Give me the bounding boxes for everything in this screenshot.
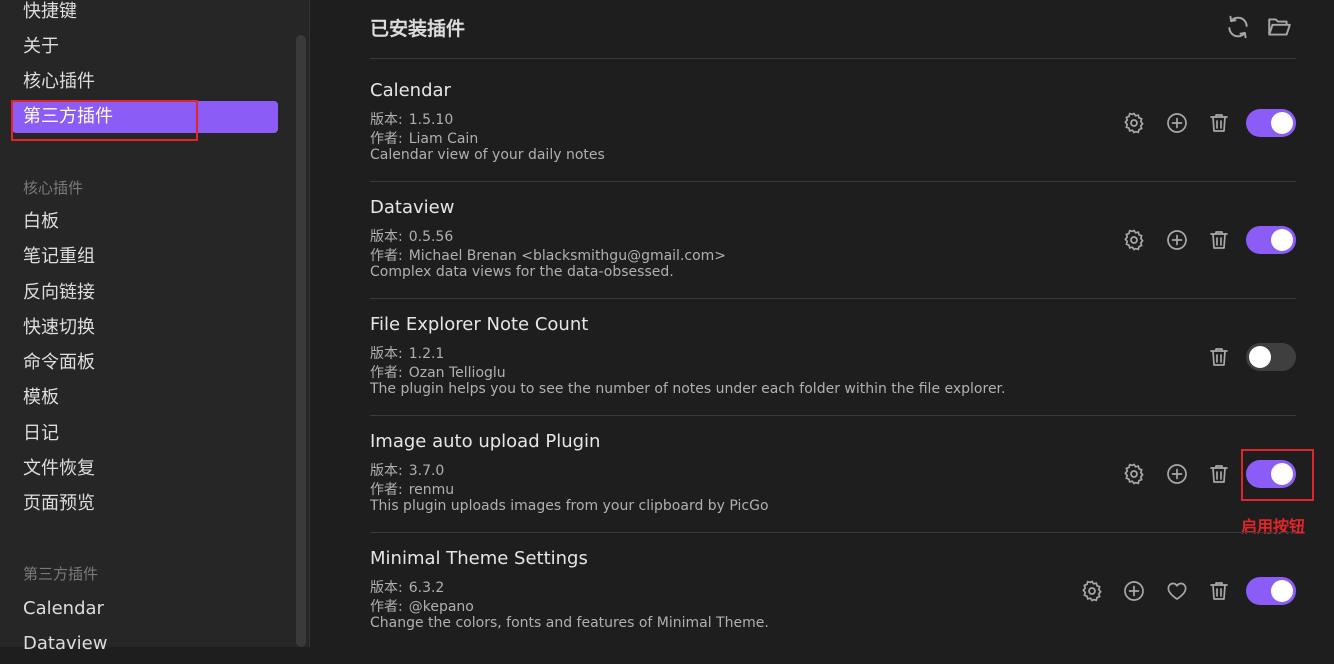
plugin-enable-toggle[interactable] (1246, 226, 1296, 254)
plugin-name: Dataview (370, 197, 455, 218)
gear-icon[interactable] (1122, 228, 1146, 252)
plugin-name: Minimal Theme Settings (370, 548, 588, 569)
plugin-author: 作者: @kepano (370, 599, 474, 615)
plugin-description: Calendar view of your daily notes (370, 147, 605, 163)
plus-circle-icon[interactable] (1165, 111, 1189, 135)
trash-icon[interactable] (1207, 228, 1231, 252)
plugin-author: 作者: Michael Brenan <blacksmithgu@gmail.co… (370, 248, 727, 264)
settings-main-panel: 已安装插件 Calendar 版本: 1.5.10 作者: Liam Cain Ca… (310, 0, 1334, 647)
plugin-author: 作者: Liam Cain (370, 131, 479, 147)
divider (370, 181, 1296, 182)
nav-item-dataview[interactable]: Dataview (12, 628, 278, 660)
plugin-description: This plugin uploads images from your cli… (370, 498, 769, 514)
heart-icon[interactable] (1165, 579, 1189, 603)
gear-icon[interactable] (1122, 462, 1146, 486)
divider (370, 532, 1296, 533)
plugin-author: 作者: renmu (370, 482, 455, 498)
plugin-name: Calendar (370, 80, 451, 101)
plugin-version: 版本: 3.7.0 (370, 463, 445, 479)
divider (370, 298, 1296, 299)
nav-item-hotkeys[interactable]: 快捷键 (12, 0, 278, 28)
nav-item-command-palette[interactable]: 命令面板 (12, 347, 278, 379)
plugin-item-calendar: Calendar 版本: 1.5.10 作者: Liam Cain Calendar… (370, 80, 1296, 196)
gear-icon[interactable] (1080, 579, 1104, 603)
plus-circle-icon[interactable] (1165, 228, 1189, 252)
nav-item-third-party-plugins[interactable]: 第三方插件 (12, 101, 278, 133)
nav-item-page-preview[interactable]: 页面预览 (12, 488, 278, 520)
nav-item-templates[interactable]: 模板 (12, 382, 278, 414)
plugin-item-image-auto-upload: Image auto upload Plugin 版本: 3.7.0 作者: ren… (370, 431, 1296, 547)
nav-item-calendar[interactable]: Calendar (12, 593, 278, 625)
plus-circle-icon[interactable] (1122, 579, 1146, 603)
plugin-version: 版本: 1.2.1 (370, 346, 445, 362)
nav-item-note-composer[interactable]: 笔记重组 (12, 241, 278, 273)
trash-icon[interactable] (1207, 111, 1231, 135)
plugin-name: Image auto upload Plugin (370, 431, 601, 452)
enable-button-annotation: 启用按钮 (1241, 517, 1306, 536)
trash-icon[interactable] (1207, 579, 1231, 603)
plugin-enable-toggle[interactable] (1246, 460, 1296, 488)
core-plugins-heading: 核心插件 (23, 179, 84, 197)
nav-item-about[interactable]: 关于 (12, 31, 278, 63)
nav-item-daily-notes[interactable]: 日记 (12, 418, 278, 450)
nav-item-quick-switcher[interactable]: 快速切换 (12, 312, 278, 344)
installed-plugins-title: 已安装插件 (370, 18, 466, 40)
plugin-name: File Explorer Note Count (370, 314, 589, 335)
plugin-enable-toggle[interactable] (1246, 577, 1296, 605)
nav-item-canvas[interactable]: 白板 (12, 206, 278, 238)
plugin-enable-toggle[interactable] (1246, 343, 1296, 371)
plus-circle-icon[interactable] (1165, 462, 1189, 486)
plugin-version: 版本: 6.3.2 (370, 580, 445, 596)
plugin-description: Change the colors, fonts and features of… (370, 615, 769, 631)
nav-item-file-recovery[interactable]: 文件恢复 (12, 453, 278, 485)
plugin-item-file-explorer-note-count: File Explorer Note Count 版本: 1.2.1 作者: Oza… (370, 314, 1296, 430)
plugin-author: 作者: Ozan Tellioglu (370, 365, 506, 381)
trash-icon[interactable] (1207, 462, 1231, 486)
plugin-item-dataview: Dataview 版本: 0.5.56 作者: Michael Brenan <bl… (370, 197, 1296, 313)
plugin-description: The plugin helps you to see the number o… (370, 381, 1006, 397)
nav-item-core-plugins[interactable]: 核心插件 (12, 66, 278, 98)
nav-item-backlinks[interactable]: 反向链接 (12, 277, 278, 309)
plugin-version: 版本: 1.5.10 (370, 112, 454, 128)
plugin-enable-toggle[interactable] (1246, 109, 1296, 137)
plugin-description: Complex data views for the data-obsessed… (370, 264, 674, 280)
trash-icon[interactable] (1207, 345, 1231, 369)
folder-open-icon[interactable] (1266, 14, 1292, 40)
refresh-icon[interactable] (1225, 14, 1251, 40)
gear-icon[interactable] (1122, 111, 1146, 135)
divider (370, 415, 1296, 416)
sidebar-scrollbar[interactable] (296, 35, 306, 647)
third-party-plugins-heading: 第三方插件 (23, 565, 99, 583)
settings-sidebar: 快捷键 关于 核心插件 第三方插件 核心插件 白板 笔记重组 反向链接 快速切换… (0, 0, 310, 654)
divider (370, 58, 1296, 59)
plugin-version: 版本: 0.5.56 (370, 229, 454, 245)
